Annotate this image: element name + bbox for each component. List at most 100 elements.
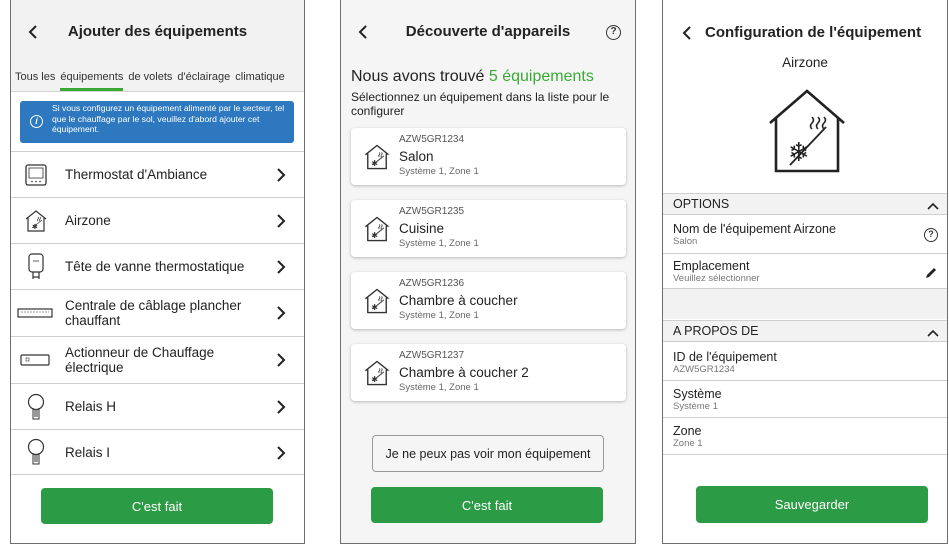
airzone-house-icon: ✱ bbox=[362, 214, 392, 244]
field-label: Zone bbox=[673, 424, 702, 438]
list-item[interactable]: Thermostat d'Ambiance bbox=[11, 151, 304, 197]
device-meta: Système 1, Zone 1 bbox=[399, 238, 479, 249]
valve-head-icon bbox=[23, 252, 49, 280]
device-id-field: ID de l'équipement AZW5GR1234 bbox=[663, 345, 947, 381]
help-icon[interactable]: ? bbox=[606, 25, 621, 40]
done-button[interactable]: C'est fait bbox=[371, 487, 603, 523]
svg-text:✱: ✱ bbox=[371, 159, 378, 168]
list-item[interactable]: Actionneur de Chauffage électrique bbox=[11, 336, 304, 383]
help-icon[interactable]: ? bbox=[924, 228, 938, 242]
done-button[interactable]: C'est fait bbox=[41, 488, 273, 524]
spacer bbox=[663, 289, 947, 319]
item-label: Actionneur de Chauffage électrique bbox=[65, 345, 215, 375]
chevron-right-icon bbox=[274, 167, 288, 183]
system-field: Système Système 1 bbox=[663, 382, 947, 418]
info-icon: i bbox=[30, 115, 43, 128]
list-item[interactable]: Relais H bbox=[11, 383, 304, 429]
options-section-header[interactable]: OPTIONS bbox=[663, 193, 947, 215]
field-label: ID de l'équipement bbox=[673, 350, 777, 364]
header: Ajouter des équipements bbox=[11, 0, 304, 62]
location-field[interactable]: Emplacement Veuillez sélectionner bbox=[663, 255, 947, 289]
list-item[interactable]: Relais I bbox=[11, 429, 304, 475]
category-tabs: Tous les équipements de volets d'éclaira… bbox=[11, 62, 304, 92]
device-card[interactable]: ✱ AZW5GR1237 Chambre à coucher 2 Système… bbox=[351, 344, 626, 401]
device-name: Airzone bbox=[782, 55, 828, 70]
device-name-field[interactable]: Nom de l'équipement Airzone Salon ? bbox=[663, 219, 947, 254]
tab-lighting[interactable]: d'éclairage bbox=[177, 71, 230, 83]
found-heading: Nous avons trouvé 5 équipements bbox=[351, 68, 594, 86]
about-section-header[interactable]: A PROPOS DE bbox=[663, 320, 947, 342]
back-arrow-icon[interactable] bbox=[677, 23, 697, 43]
pencil-icon[interactable] bbox=[924, 266, 938, 280]
field-value: Salon bbox=[673, 236, 698, 247]
field-label: Système bbox=[673, 387, 722, 401]
airzone-house-icon: ✱ bbox=[362, 286, 392, 316]
chevron-right-icon bbox=[274, 352, 288, 368]
device-card[interactable]: ✱ AZW5GR1235 Cuisine Système 1, Zone 1 bbox=[351, 200, 626, 257]
device-name: Chambre à coucher bbox=[399, 293, 518, 308]
device-code: AZW5GR1234 bbox=[399, 134, 465, 145]
device-name: Chambre à coucher 2 bbox=[399, 365, 529, 380]
svg-text:✱: ✱ bbox=[32, 223, 38, 231]
device-meta: Système 1, Zone 1 bbox=[399, 382, 479, 393]
info-text: Si vous configurez un équipement aliment… bbox=[52, 103, 285, 134]
airzone-house-icon: ✱ bbox=[362, 142, 392, 172]
header: Découverte d'appareils ? bbox=[341, 0, 635, 62]
device-code: AZW5GR1237 bbox=[399, 350, 465, 361]
item-label: Relais H bbox=[65, 399, 117, 414]
list-item[interactable]: ✱ Airzone bbox=[11, 197, 304, 243]
field-value: Zone 1 bbox=[673, 438, 703, 449]
device-meta: Système 1, Zone 1 bbox=[399, 310, 479, 321]
tab-climate[interactable]: climatique bbox=[235, 71, 285, 83]
wiring-center-icon bbox=[17, 300, 53, 326]
section-title: OPTIONS bbox=[673, 197, 730, 211]
tab-equipment[interactable]: équipements bbox=[60, 71, 124, 91]
back-arrow-icon[interactable] bbox=[23, 22, 43, 42]
chevron-right-icon bbox=[274, 399, 288, 415]
field-label: Emplacement bbox=[673, 259, 750, 273]
list-item[interactable]: Centrale de câblage plancher chauffant bbox=[11, 289, 304, 336]
add-equipment-screen: Ajouter des équipements Tous les équipem… bbox=[10, 0, 305, 544]
chevron-up-icon bbox=[927, 325, 939, 337]
page-title: Configuration de l'équipement bbox=[705, 23, 922, 41]
item-label: Tête de vanne thermostatique bbox=[65, 259, 245, 274]
section-title: A PROPOS DE bbox=[673, 324, 759, 338]
field-value: AZW5GR1234 bbox=[673, 364, 735, 375]
list-item[interactable]: Tête de vanne thermostatique bbox=[11, 243, 304, 289]
device-code: AZW5GR1235 bbox=[399, 206, 465, 217]
chevron-right-icon bbox=[274, 213, 288, 229]
cant-see-device-button[interactable]: Je ne peux pas voir mon équipement bbox=[372, 435, 604, 472]
equipment-configuration-screen: Configuration de l'équipement Airzone ❄ … bbox=[662, 0, 948, 544]
device-meta: Système 1, Zone 1 bbox=[399, 166, 479, 177]
field-value: Système 1 bbox=[673, 401, 718, 412]
item-label: Airzone bbox=[65, 213, 111, 228]
tab-all[interactable]: Tous les bbox=[15, 71, 55, 83]
item-label: Centrale de câblage plancher chauffant bbox=[65, 298, 242, 328]
airzone-house-icon: ✱ bbox=[23, 208, 49, 234]
thermostat-icon bbox=[23, 162, 49, 188]
chevron-up-icon bbox=[927, 198, 939, 210]
airzone-house-icon: ❄ bbox=[762, 85, 852, 175]
device-card[interactable]: ✱ AZW5GR1234 Salon Système 1, Zone 1 bbox=[351, 128, 626, 185]
device-name: Cuisine bbox=[399, 221, 445, 236]
save-button[interactable]: Sauvegarder bbox=[696, 486, 928, 523]
tab-shutters[interactable]: de volets bbox=[128, 71, 172, 83]
item-label: Relais I bbox=[65, 444, 111, 460]
device-code: AZW5GR1236 bbox=[399, 278, 465, 289]
zone-field: Zone Zone 1 bbox=[663, 419, 947, 455]
chevron-right-icon bbox=[274, 259, 288, 275]
device-card[interactable]: ✱ AZW5GR1236 Chambre à coucher Système 1… bbox=[351, 272, 626, 329]
back-arrow-icon[interactable] bbox=[353, 22, 373, 42]
airzone-house-icon: ✱ bbox=[362, 358, 392, 388]
equipment-list: Thermostat d'Ambiance ✱ Airzone Tête de … bbox=[11, 151, 304, 475]
device-discovery-screen: Découverte d'appareils ? Nous avons trou… bbox=[340, 0, 636, 544]
field-value: Veuillez sélectionner bbox=[673, 273, 760, 284]
page-title: Découverte d'appareils bbox=[405, 22, 571, 40]
subtitle: Sélectionnez un équipement dans la liste… bbox=[351, 90, 610, 118]
svg-text:✱: ✱ bbox=[371, 375, 378, 384]
svg-text:❄: ❄ bbox=[788, 138, 810, 168]
svg-text:✱: ✱ bbox=[371, 303, 378, 312]
relay-icon bbox=[23, 438, 49, 465]
svg-text:✱: ✱ bbox=[371, 231, 378, 240]
chevron-right-icon bbox=[274, 305, 288, 321]
